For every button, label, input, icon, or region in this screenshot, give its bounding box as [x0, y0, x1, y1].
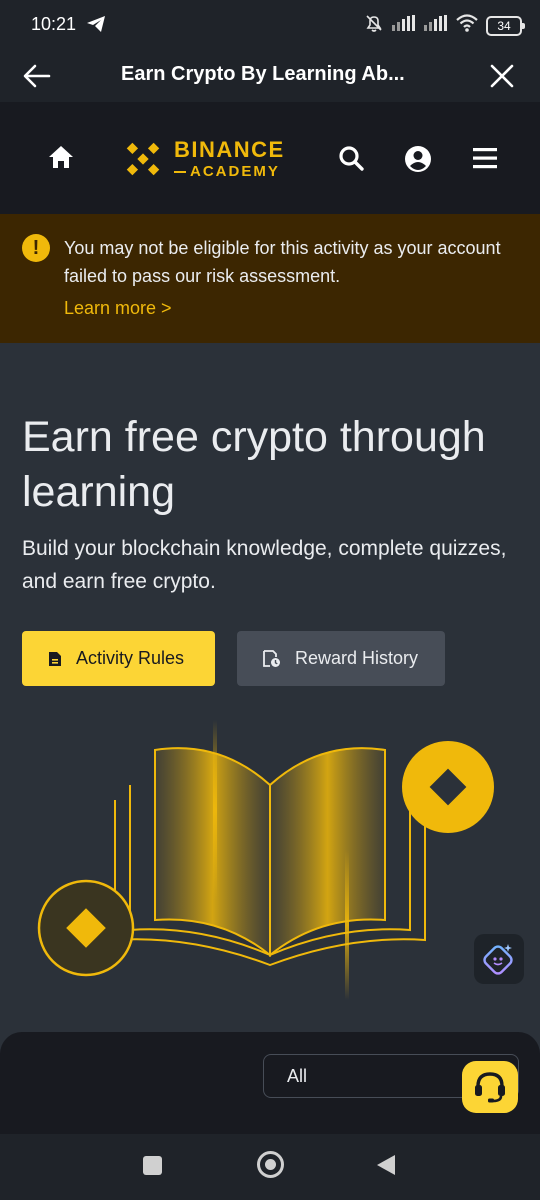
logo-line2: ACADEMY [190, 163, 280, 180]
home-icon[interactable] [47, 144, 75, 175]
activity-rules-button[interactable]: Activity Rules [22, 631, 215, 686]
learn-more-link[interactable]: Learn more > [64, 298, 172, 319]
wifi-icon [456, 14, 478, 37]
telegram-send-icon [86, 15, 106, 38]
logo-line1: BINANCE [174, 137, 285, 162]
history-icon [263, 649, 281, 668]
bottom-filter-panel: All [0, 1032, 540, 1142]
page: 10:21 34 Earn Crypto By Learning Ab... B… [0, 0, 540, 1200]
headset-icon [475, 1072, 505, 1103]
binance-logo-icon [126, 142, 160, 176]
reward-history-label: Reward History [295, 648, 419, 668]
status-bar: 10:21 34 [0, 0, 540, 50]
risk-warning-banner: ! You may not be eligible for this activ… [0, 214, 540, 343]
warning-message: You may not be eligible for this activit… [64, 238, 501, 286]
back-triangle-button[interactable] [376, 1154, 396, 1181]
status-icons: 34 [364, 13, 525, 38]
learning-book-illustration [30, 710, 510, 1010]
filter-selected-value: All [287, 1066, 308, 1086]
battery-icon: 34 [486, 15, 525, 36]
page-title: Earn Crypto By Learning Ab... [121, 63, 405, 85]
reward-history-button[interactable]: Reward History [237, 631, 445, 686]
ai-assistant-button[interactable] [474, 934, 524, 984]
webview-title-bar: Earn Crypto By Learning Ab... [0, 50, 540, 102]
home-button[interactable] [257, 1151, 284, 1178]
search-icon[interactable] [337, 144, 365, 177]
activity-rules-label: Activity Rules [76, 648, 185, 668]
binance-academy-logo[interactable]: BINANCE ACADEMY [120, 136, 285, 182]
document-icon [48, 651, 62, 667]
back-button[interactable] [22, 62, 52, 90]
status-time: 10:21 [31, 14, 77, 34]
close-button[interactable] [488, 62, 516, 90]
signal-icon [392, 15, 416, 36]
signal-icon [424, 15, 448, 36]
android-navigation-bar [0, 1134, 540, 1200]
warning-icon: ! [22, 234, 50, 262]
hero-subtitle: Build your blockchain knowledge, complet… [22, 537, 507, 593]
menu-icon[interactable] [472, 146, 498, 175]
site-header: BINANCE ACADEMY [0, 102, 540, 214]
customer-support-button[interactable] [462, 1061, 518, 1113]
recents-button[interactable] [143, 1156, 162, 1175]
account-icon[interactable] [404, 145, 432, 178]
hero-title: Earn free crypto through learning [22, 413, 486, 516]
ai-bot-icon [483, 944, 513, 975]
mute-bell-icon [364, 13, 384, 38]
